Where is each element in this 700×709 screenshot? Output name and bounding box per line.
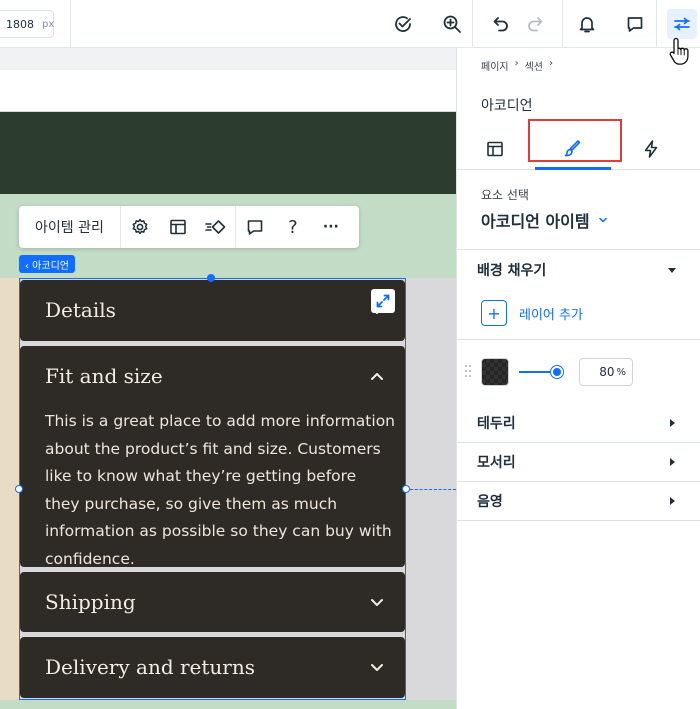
breadcrumb-separator: › (514, 58, 519, 69)
active-tab-indicator (535, 167, 611, 170)
corners-section-header[interactable]: 모서리 (457, 443, 700, 481)
check-circle-icon (395, 16, 411, 32)
header-strip (0, 70, 456, 112)
sliders-icon (674, 17, 690, 31)
plus-icon: + (481, 300, 507, 326)
breadcrumb: 페이지 › 섹션 › (481, 58, 553, 73)
manage-items-button[interactable]: 아이템 관리 (19, 206, 121, 248)
layout-icon (487, 141, 503, 157)
element-select-value: 아코디언 아이템 (481, 212, 590, 231)
breadcrumb-separator: › (549, 58, 554, 69)
toolbar-divider (70, 0, 71, 48)
selection-outline (19, 278, 406, 700)
zoom-in-button[interactable] (437, 9, 467, 39)
help-icon: ? (288, 216, 298, 238)
help-button[interactable]: ? (274, 206, 312, 248)
add-layer-button[interactable]: + 레이어 추가 (481, 300, 583, 326)
more-actions-button[interactable]: ··· (312, 206, 350, 248)
gear-icon (132, 218, 148, 235)
comment-icon (247, 220, 263, 235)
width-unit: px (42, 18, 55, 30)
tab-interactions[interactable] (621, 132, 681, 166)
panel-title: 아코디언 (481, 98, 533, 114)
inspector-panel: 페이지 › 섹션 › 아코디언 요소 선택 아코디언 아이템 배경 채우기 + … (456, 48, 700, 709)
tab-layout[interactable] (465, 132, 525, 166)
undo-button[interactable] (486, 9, 516, 39)
corners-section-label: 모서리 (477, 455, 516, 471)
hand-cursor-icon (669, 37, 689, 65)
fill-color-swatch[interactable] (481, 358, 509, 386)
inspector-toggle-button[interactable] (667, 9, 697, 39)
bell-icon (579, 17, 595, 33)
highlight-annotation (528, 119, 622, 162)
breadcrumb-section[interactable]: 섹션 (525, 58, 543, 73)
zoom-in-icon (443, 15, 461, 33)
divider (457, 249, 700, 250)
border-section-label: 테두리 (477, 416, 516, 432)
caret-right-icon (670, 497, 675, 505)
comment-button[interactable] (236, 206, 274, 248)
breadcrumb-page[interactable]: 페이지 (481, 58, 509, 73)
resize-handle-top[interactable] (207, 274, 215, 282)
animation-button[interactable] (197, 206, 235, 248)
fill-section-label: 배경 채우기 (477, 263, 547, 279)
top-toolbar: 1808 px (0, 0, 700, 48)
toolbar-divider (656, 0, 657, 48)
undo-icon (493, 17, 508, 32)
redo-button[interactable] (520, 9, 550, 39)
chevron-down-icon (598, 217, 607, 223)
check-circle-button[interactable] (388, 9, 418, 39)
opacity-slider-handle[interactable] (551, 366, 563, 378)
divider (457, 339, 700, 340)
add-layer-label: 레이어 추가 (519, 307, 583, 323)
section-bottom-strip (0, 700, 456, 709)
comments-button[interactable] (620, 9, 650, 39)
redo-icon (528, 17, 543, 32)
border-section-header[interactable]: 테두리 (457, 404, 700, 442)
toolbar-divider (472, 0, 473, 48)
comment-icon (627, 17, 643, 32)
notifications-button[interactable] (572, 9, 602, 39)
toolbar-divider (562, 0, 563, 48)
shadow-section-label: 음영 (477, 494, 503, 510)
divider (457, 520, 700, 521)
layout-icon (170, 219, 186, 235)
layout-button[interactable] (159, 206, 197, 248)
caret-right-icon (670, 458, 675, 466)
caret-right-icon (670, 419, 675, 427)
element-select-label: 요소 선택 (481, 188, 529, 202)
width-value: 1808 (6, 17, 34, 31)
dark-section-band (0, 112, 456, 194)
drag-handle-icon[interactable] (464, 364, 472, 378)
resize-handle-right[interactable] (402, 485, 410, 493)
settings-button[interactable] (121, 206, 159, 248)
element-toolbar: 아이템 관리 ? ··· (19, 206, 359, 248)
guide-line (410, 489, 456, 490)
element-select-dropdown[interactable]: 아코디언 아이템 (481, 208, 608, 232)
lightning-icon (644, 140, 658, 158)
opacity-input[interactable]: 80 % (579, 358, 633, 386)
more-icon: ··· (322, 219, 339, 235)
width-input[interactable]: 1808 px (0, 10, 54, 38)
opacity-value: 80 (599, 365, 615, 379)
animation-icon (205, 220, 226, 234)
caret-down-icon (668, 268, 676, 273)
fill-section-header[interactable]: 배경 채우기 (457, 251, 700, 289)
opacity-unit: % (616, 366, 626, 378)
accordion-breadcrumb-tag[interactable]: ‹ 아코디언 (19, 255, 75, 273)
shadow-section-header[interactable]: 음영 (457, 482, 700, 520)
resize-handle-left[interactable] (15, 485, 23, 493)
